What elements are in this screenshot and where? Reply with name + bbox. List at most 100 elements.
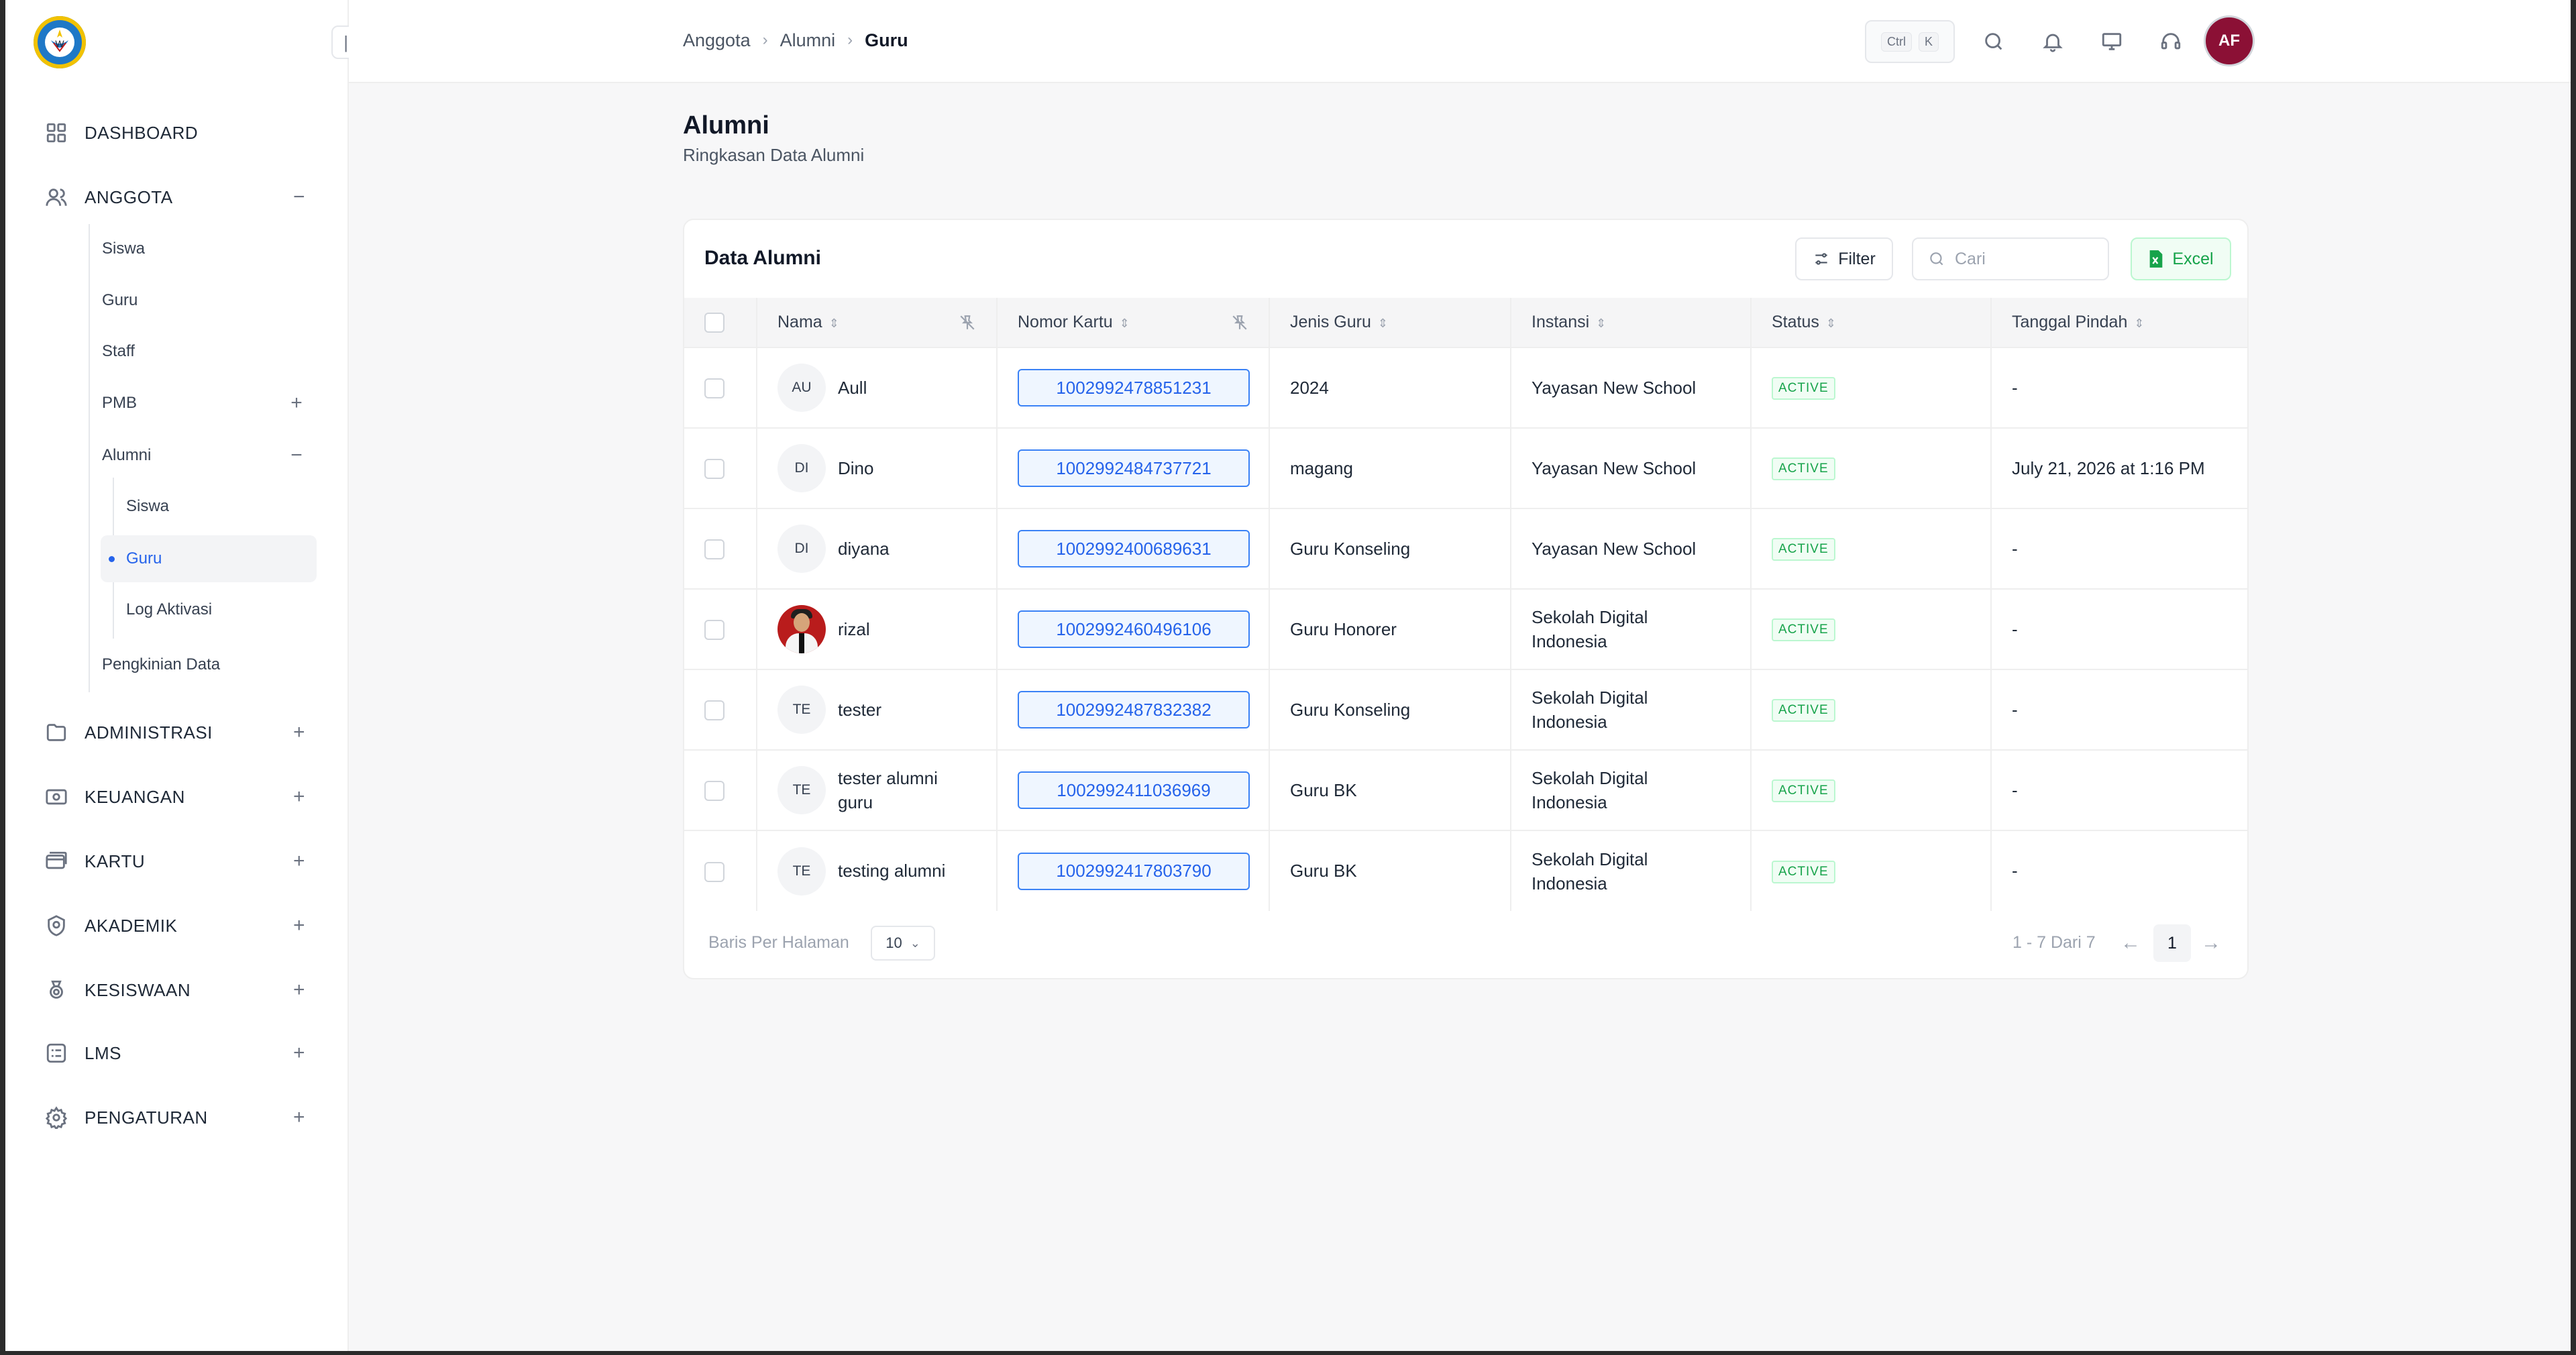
unpin-icon[interactable] — [959, 314, 976, 331]
table-row[interactable]: rizal 1002992460496106 Guru Honorer Seko… — [684, 589, 2247, 669]
row-checkbox[interactable] — [704, 861, 724, 882]
sidebar-item-lms[interactable]: LMS + — [44, 1034, 313, 1072]
card-number-chip[interactable]: 1002992411036969 — [1018, 771, 1250, 809]
sidebar-item-kartu[interactable]: KARTU + — [44, 843, 313, 880]
sidebar-item-administrasi[interactable]: ADMINISTRASI + — [44, 714, 313, 751]
card-number-chip[interactable]: 1002992478851231 — [1018, 369, 1250, 406]
sidebar-item-dashboard[interactable]: DASHBOARD — [44, 114, 313, 152]
expand-icon[interactable]: + — [286, 914, 313, 937]
sidebar-subitem-siswa[interactable]: Siswa — [102, 231, 317, 267]
school-logo[interactable]: W — [34, 16, 86, 68]
breadcrumb-anggota[interactable]: Anggota — [683, 30, 751, 51]
notifications-button[interactable] — [2037, 25, 2069, 58]
support-button[interactable] — [2155, 25, 2187, 58]
instansi-cell: Sekolah Digital Indonesia — [1511, 750, 1752, 830]
chevron-right-icon: › — [762, 31, 768, 49]
table-row[interactable]: TE tester 1002992487832382 Guru Konseling… — [684, 669, 2247, 750]
breadcrumb-alumni[interactable]: Alumni — [780, 30, 836, 51]
select-all-checkbox[interactable] — [704, 312, 724, 333]
prev-page-arrow-icon[interactable]: ← — [2117, 926, 2144, 961]
sidebar-subitem-log-aktivasi[interactable]: Log Aktivasi — [126, 592, 317, 628]
table-header-row: Nama ⇕ Nomor Kartu ⇕ Jenis Guru ⇕ Instansi ⇕… — [684, 298, 2247, 347]
alumni-name: tester — [838, 699, 882, 720]
column-header-status[interactable]: Status ⇕ — [1751, 298, 1992, 347]
column-header-tanggal-pindah[interactable]: Tanggal Pindah ⇕ — [1991, 298, 2247, 347]
card-number-chip[interactable]: 1002992487832382 — [1018, 691, 1250, 728]
rows-per-page-value: 10 — [885, 934, 902, 951]
sidebar-item-keuangan[interactable]: KEUANGAN + — [44, 778, 313, 816]
status-badge: ACTIVE — [1772, 779, 1835, 802]
row-checkbox[interactable] — [704, 620, 724, 641]
export-excel-button[interactable]: Excel — [2131, 237, 2231, 280]
column-header-jenis-guru[interactable]: Jenis Guru ⇕ — [1269, 298, 1511, 347]
table-row[interactable]: DI diyana 1002992400689631 Guru Konseling… — [684, 508, 2247, 589]
sidebar-item-anggota[interactable]: ANGGOTA − — [44, 178, 313, 216]
next-page-arrow-icon[interactable]: → — [2198, 926, 2224, 961]
sidebar-subitem-staff[interactable]: Staff — [102, 333, 317, 370]
rows-per-page-select[interactable]: 10 ⌄ — [871, 926, 935, 961]
row-checkbox[interactable] — [704, 781, 724, 802]
medal-icon — [44, 978, 68, 1002]
sidebar-subitem-alumni-guru[interactable]: Guru — [101, 535, 317, 582]
card-number-chip[interactable]: 1002992417803790 — [1018, 852, 1250, 890]
search-field[interactable] — [1912, 237, 2109, 280]
display-button[interactable] — [2096, 25, 2128, 58]
filter-button[interactable]: Filter — [1795, 237, 1893, 280]
command-palette-shortcut[interactable]: Ctrl K — [1865, 20, 1955, 63]
table-row[interactable]: DI Dino 1002992484737721 magang Yayasan N… — [684, 428, 2247, 508]
sidebar-item-akademik[interactable]: AKADEMIK + — [44, 907, 313, 944]
expand-icon[interactable]: + — [286, 979, 313, 1001]
sidebar-subitem-pmb[interactable]: PMB + — [102, 385, 317, 421]
avatar: AU — [777, 364, 826, 412]
sidebar-subitem-label: Log Aktivasi — [126, 600, 213, 618]
expand-icon[interactable]: + — [286, 1042, 313, 1065]
sort-icon[interactable]: ⇕ — [829, 317, 839, 330]
sidebar-item-pengaturan[interactable]: PENGATURAN + — [44, 1099, 313, 1136]
expand-icon[interactable]: + — [286, 1106, 313, 1129]
expand-icon[interactable]: + — [286, 850, 313, 873]
card-number-chip[interactable]: 1002992400689631 — [1018, 530, 1250, 567]
sidebar-subitem-alumni[interactable]: Alumni − — [102, 437, 317, 474]
sliders-icon — [1815, 253, 1827, 265]
sidebar-subitem-alumni-siswa[interactable]: Siswa — [126, 488, 317, 525]
tanggal-pindah-cell: - — [2012, 538, 2018, 559]
row-checkbox[interactable] — [704, 700, 724, 721]
card-number-chip[interactable]: 1002992460496106 — [1018, 610, 1250, 648]
sort-icon[interactable]: ⇕ — [1596, 317, 1606, 330]
search-input[interactable] — [1955, 249, 2102, 269]
status-badge: ACTIVE — [1772, 699, 1835, 722]
sort-icon[interactable]: ⇕ — [1826, 317, 1836, 330]
sort-icon[interactable]: ⇕ — [1120, 317, 1130, 330]
search-button[interactable] — [1978, 25, 2010, 58]
expand-icon[interactable]: + — [283, 392, 310, 415]
collapse-icon[interactable]: − — [283, 444, 310, 467]
row-checkbox[interactable] — [704, 378, 724, 399]
sidebar-item-label: LMS — [85, 1042, 121, 1063]
sidebar-subitem-label: Siswa — [126, 497, 170, 515]
sidebar-subitem-label: Staff — [102, 342, 135, 360]
table-row[interactable]: TE tester alumni guru 1002992411036969 Gu… — [684, 750, 2247, 830]
card-number-chip[interactable]: 1002992484737721 — [1018, 449, 1250, 487]
column-header-nomor-kartu[interactable]: Nomor Kartu ⇕ — [997, 298, 1270, 347]
instansi-cell: Yayasan New School — [1511, 508, 1752, 589]
user-avatar[interactable]: AF — [2206, 17, 2253, 64]
collapse-icon[interactable]: − — [286, 186, 313, 209]
expand-icon[interactable]: + — [286, 785, 313, 808]
page-number-button[interactable]: 1 — [2153, 924, 2191, 962]
sidebar-item-kesiswaan[interactable]: KESISWAAN + — [44, 971, 313, 1009]
table-row[interactable]: TE testing alumni 1002992417803790 Guru B… — [684, 830, 2247, 911]
table-row[interactable]: AU Aull 1002992478851231 2024 Yayasan New… — [684, 347, 2247, 428]
expand-icon[interactable]: + — [286, 721, 313, 744]
sort-icon[interactable]: ⇕ — [2134, 317, 2144, 330]
column-header-instansi[interactable]: Instansi ⇕ — [1511, 298, 1752, 347]
row-checkbox[interactable] — [704, 459, 724, 480]
column-label: Instansi — [1532, 313, 1590, 331]
row-checkbox[interactable] — [704, 539, 724, 560]
sort-icon[interactable]: ⇕ — [1378, 317, 1388, 330]
unpin-icon[interactable] — [1231, 314, 1248, 331]
page-title: Alumni — [683, 111, 769, 140]
sidebar-subitem-guru[interactable]: Guru — [102, 282, 317, 319]
sidebar-subitem-pengkinian-data[interactable]: Pengkinian Data — [102, 647, 317, 683]
shield-icon — [44, 914, 68, 938]
column-header-nama[interactable]: Nama ⇕ — [757, 298, 998, 347]
